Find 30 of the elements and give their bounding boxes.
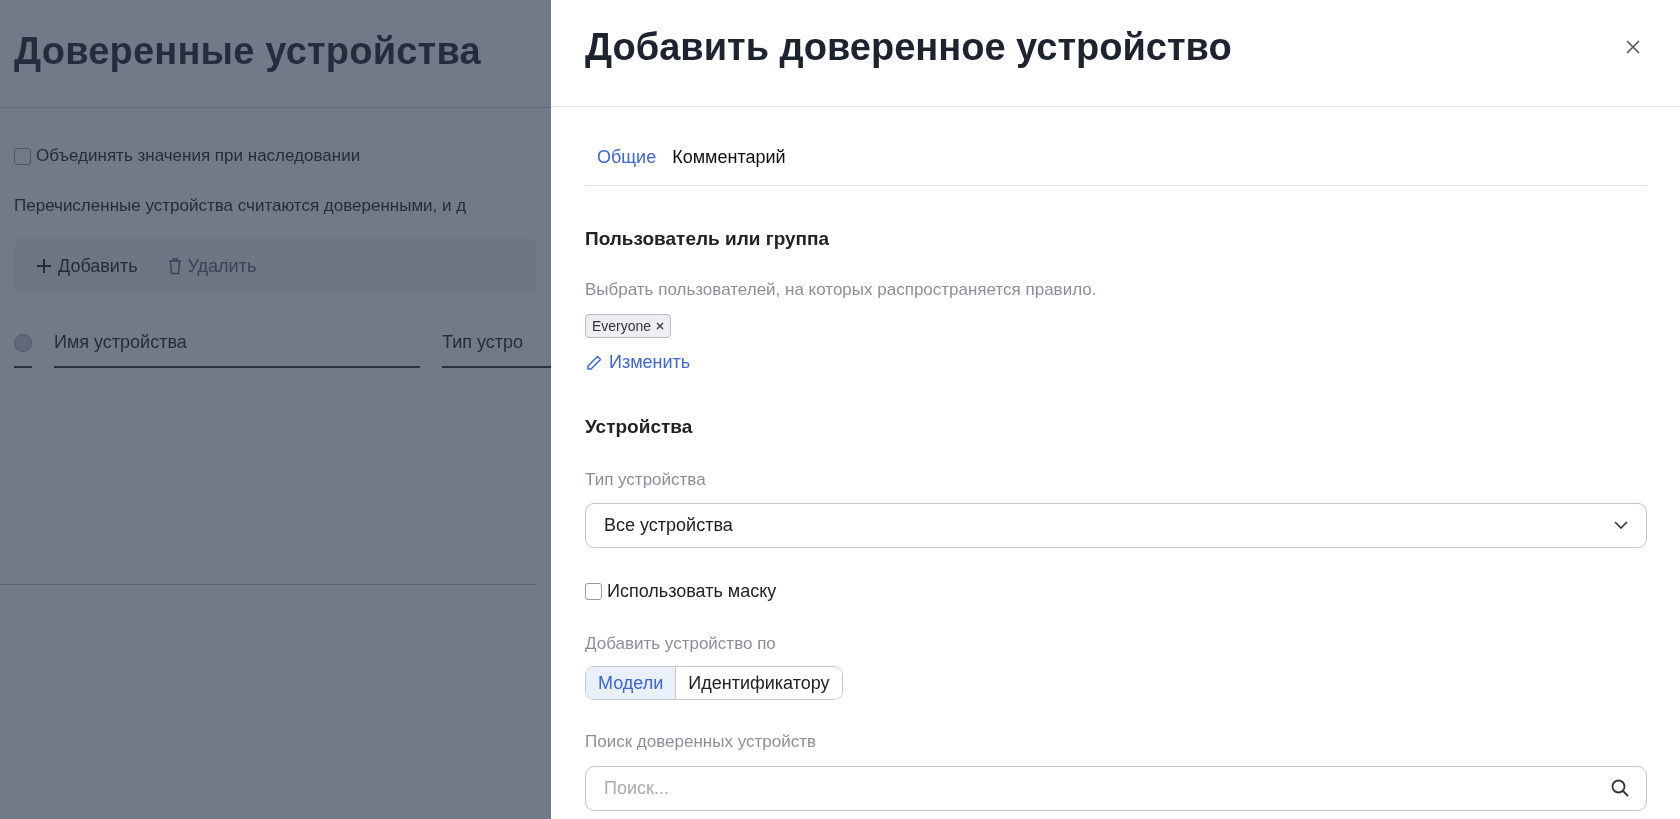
field-label: Добавить устройство по <box>585 633 777 654</box>
segment-button[interactable]: Модели <box>586 666 676 699</box>
drawer-title: Добавить доверенное устройство <box>585 25 1232 69</box>
pencil-icon <box>585 353 603 372</box>
segment-button[interactable]: Идентификатору <box>675 666 842 699</box>
description-text: Перечисленные устройства считаются доверенными, и д <box>14 196 468 216</box>
page-title: Доверенные устройства <box>13 29 482 74</box>
column-header[interactable]: Имя устройства <box>54 332 420 368</box>
edit-link[interactable]: Изменить <box>585 352 691 373</box>
user-chip[interactable]: Everyone <box>585 314 672 338</box>
tab[interactable]: Комментарий <box>666 147 792 168</box>
checkbox-label: Объединять значения при наследовании <box>36 146 361 166</box>
search-icon <box>1611 778 1629 797</box>
checkbox[interactable] <box>14 147 31 165</box>
field-label: Тип устройства <box>585 469 707 490</box>
section-title: Пользователь или группа <box>585 228 831 250</box>
search-field[interactable]: Поиск... <box>585 765 1647 811</box>
select-all-checkbox[interactable] <box>14 334 32 352</box>
section-title: Устройства <box>585 415 694 438</box>
plus-icon <box>36 258 52 274</box>
add-button[interactable]: Добавить <box>36 255 138 277</box>
device-type-select[interactable]: Все устройства <box>585 502 1647 548</box>
checkbox-label: Использовать маску <box>607 580 777 602</box>
trash-icon <box>167 257 182 275</box>
chevron-down-icon <box>1614 521 1628 529</box>
hint-text: Выбрать пользователей, на которых распространяется правило. <box>585 280 1098 300</box>
tab[interactable]: Общие <box>591 147 663 168</box>
field-label: Поиск доверенных устройств <box>585 731 817 752</box>
close-icon[interactable] <box>656 322 665 330</box>
checkbox[interactable] <box>585 582 602 600</box>
